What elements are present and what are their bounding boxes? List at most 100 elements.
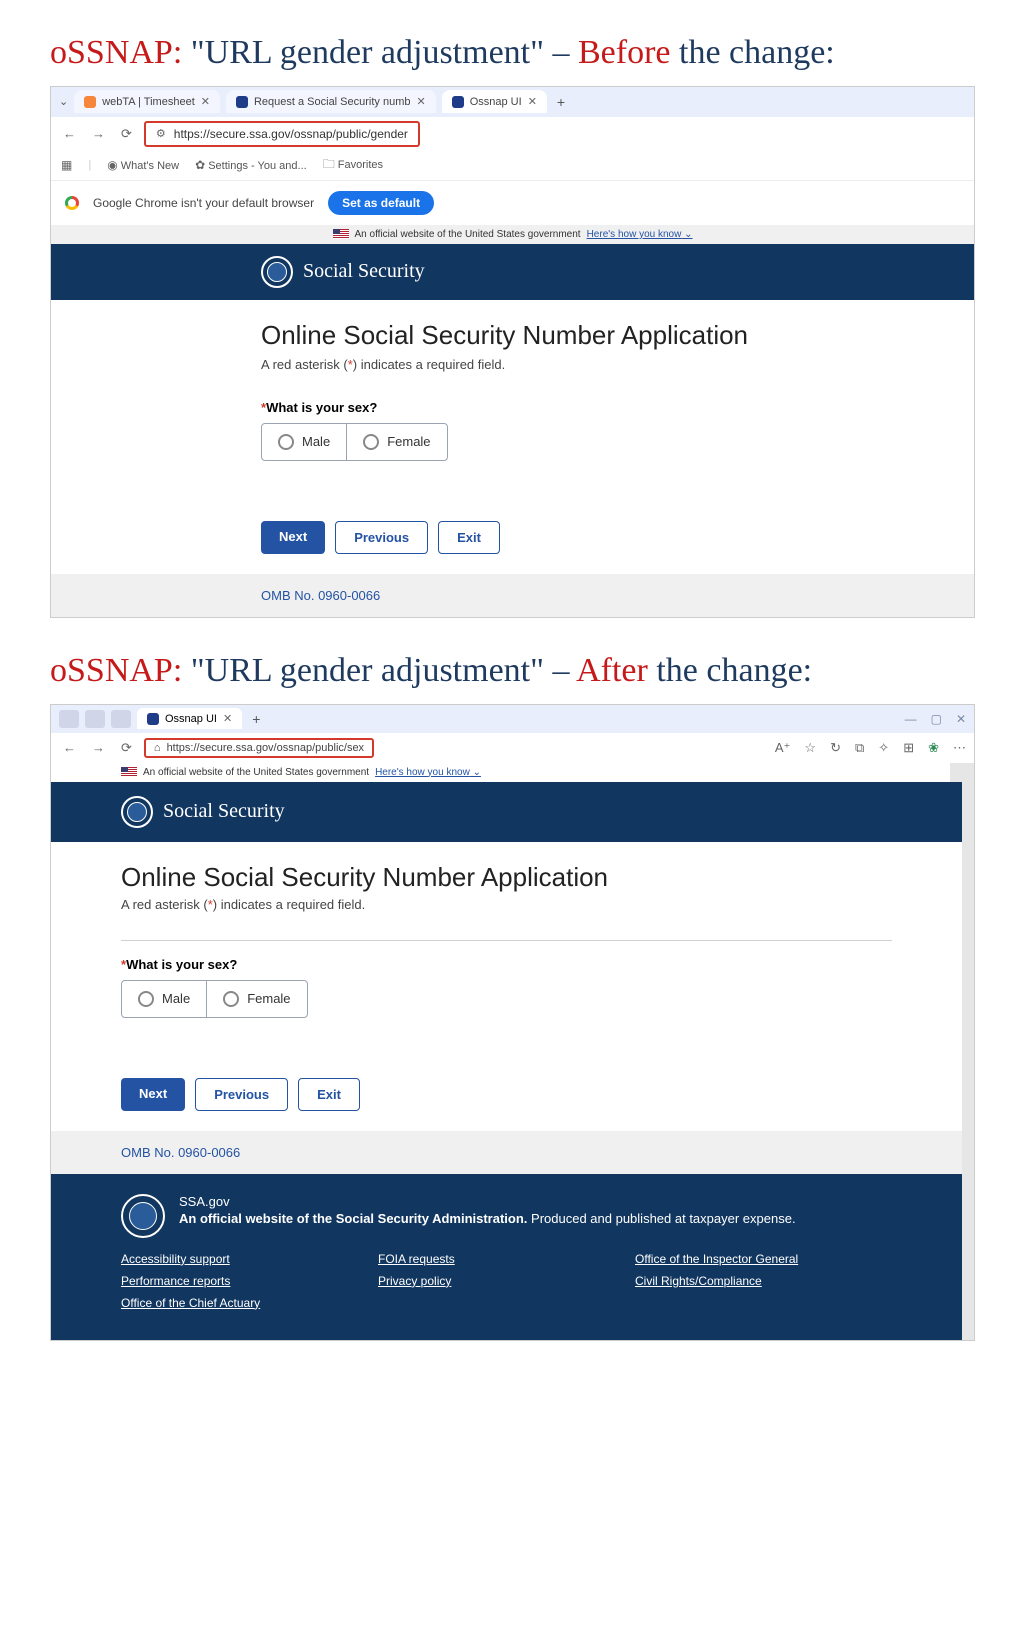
radio-option-male[interactable]: Male <box>122 981 207 1017</box>
previous-button[interactable]: Previous <box>335 521 428 554</box>
set-default-button[interactable]: Set as default <box>328 191 434 215</box>
reload-button[interactable]: ⟳ <box>117 740 136 756</box>
footer-link[interactable]: Civil Rights/Compliance <box>635 1274 892 1288</box>
browser-tab-active[interactable]: Ossnap UI ✕ <box>442 90 547 113</box>
gov-banner-link[interactable]: Here's how you know ⌄ <box>587 229 693 240</box>
close-icon[interactable]: ✕ <box>223 712 232 725</box>
reload-button[interactable]: ⟳ <box>117 126 136 142</box>
favicon-icon <box>236 96 248 108</box>
required-note: A red asterisk (*) indicates a required … <box>261 357 974 372</box>
browser-tab[interactable]: webTA | Timesheet ✕ <box>74 90 220 113</box>
edge-tab-strip: Ossnap UI ✕ + — ▢ ✕ <box>51 705 974 733</box>
site-info-icon[interactable]: ⌂ <box>154 742 161 754</box>
us-flag-icon <box>333 229 349 239</box>
tab-label: webTA | Timesheet <box>102 96 195 108</box>
button-row: Next Previous Exit <box>121 1078 892 1111</box>
footer-link[interactable]: Office of the Inspector General <box>635 1252 892 1266</box>
footer-link[interactable]: Office of the Chief Actuary <box>121 1296 378 1310</box>
back-button[interactable]: ← <box>59 126 80 141</box>
minimize-button[interactable]: — <box>905 712 917 726</box>
favicon-icon <box>147 713 159 725</box>
radio-option-female[interactable]: Female <box>347 424 446 460</box>
site-settings-icon[interactable]: ⚙ <box>156 127 166 140</box>
gov-banner-link[interactable]: Here's how you know ⌄ <box>375 767 481 778</box>
maximize-button[interactable]: ▢ <box>931 712 942 726</box>
extensions-icon[interactable]: ⊞ <box>903 740 914 756</box>
previous-button[interactable]: Previous <box>195 1078 288 1111</box>
back-button[interactable]: ← <box>59 740 80 755</box>
new-tab-button[interactable]: + <box>553 94 569 110</box>
footer-domain: SSA.gov <box>179 1194 796 1209</box>
browser-tab[interactable]: Request a Social Security numb ✕ <box>226 90 436 113</box>
read-aloud-icon[interactable]: A⁺ <box>775 740 791 756</box>
forward-button[interactable]: → <box>88 740 109 755</box>
close-icon[interactable]: ✕ <box>201 95 210 108</box>
url-highlight-box[interactable]: ⚙ https://secure.ssa.gov/ossnap/public/g… <box>144 121 420 147</box>
ssa-header: Social Security <box>51 782 962 842</box>
footer-tagline: An official website of the Social Securi… <box>179 1211 796 1226</box>
radio-icon <box>138 991 154 1007</box>
heading-quote: "URL gender adjustment" – <box>182 652 576 689</box>
new-tab-button[interactable]: + <box>248 711 264 727</box>
question-label: *What is your sex? <box>261 400 974 415</box>
heading-after: oSSNAP: "URL gender adjustment" – After … <box>0 618 1025 704</box>
gov-banner: An official website of the United States… <box>51 225 974 244</box>
toolbar-controls: A⁺ ☆ ↻ ⧉ ✧ ⊞ ❀ ⋯ <box>775 740 966 756</box>
ssa-brand-title: Social Security <box>303 260 425 283</box>
heading-quote: "URL gender adjustment" – <box>182 34 578 71</box>
bookmarks-bar: ▦ | ◉ What's New ✿ Settings - You and...… <box>51 151 974 181</box>
history-icon[interactable]: ↻ <box>830 740 841 756</box>
gov-banner: An official website of the United States… <box>51 763 962 782</box>
favorite-icon[interactable]: ☆ <box>804 740 816 756</box>
close-window-button[interactable]: ✕ <box>956 712 966 726</box>
browser-tab-active[interactable]: Ossnap UI ✕ <box>137 708 242 729</box>
heading-before: oSSNAP: "URL gender adjustment" – Before… <box>0 0 1025 86</box>
url-bar-row: ← → ⟳ ⌂ https://secure.ssa.gov/ossnap/pu… <box>51 733 974 763</box>
chevron-down-icon[interactable]: ⌄ <box>59 95 68 108</box>
bookmark-item[interactable]: 🗀 Favorites <box>323 155 383 176</box>
close-icon[interactable]: ✕ <box>528 95 537 108</box>
edge-profile-icon[interactable] <box>59 710 79 728</box>
shield-icon[interactable]: ❀ <box>928 740 939 756</box>
default-browser-text: Google Chrome isn't your default browser <box>93 196 314 210</box>
next-button[interactable]: Next <box>261 521 325 554</box>
radio-icon <box>278 434 294 450</box>
us-flag-icon <box>121 767 137 777</box>
button-row: Next Previous Exit <box>261 521 974 554</box>
heading-trail: the change: <box>648 652 812 689</box>
url-highlight-box[interactable]: ⌂ https://secure.ssa.gov/ossnap/public/s… <box>144 738 374 758</box>
footer-link[interactable]: Privacy policy <box>378 1274 635 1288</box>
bookmark-item[interactable]: ✿ Settings - You and... <box>195 158 307 172</box>
exit-button[interactable]: Exit <box>438 521 500 554</box>
more-icon[interactable]: ⋯ <box>953 740 966 756</box>
radio-option-male[interactable]: Male <box>262 424 347 460</box>
divider <box>121 940 892 941</box>
apps-icon[interactable]: ▦ <box>61 158 72 172</box>
radio-group: Male Female <box>261 423 448 461</box>
edge-workspaces-icon[interactable] <box>85 710 105 728</box>
footer-link[interactable]: Performance reports <box>121 1274 378 1288</box>
default-browser-banner: Google Chrome isn't your default browser… <box>51 181 974 225</box>
collections-icon[interactable]: ✧ <box>878 740 889 756</box>
gov-banner-text: An official website of the United States… <box>143 767 369 778</box>
ssa-footer-seal-icon <box>121 1194 165 1238</box>
forward-button[interactable]: → <box>88 126 109 141</box>
url-bar-row: ← → ⟳ ⚙ https://secure.ssa.gov/ossnap/pu… <box>51 117 974 151</box>
question-label: *What is your sex? <box>121 957 892 972</box>
ssa-brand-title: Social Security <box>163 800 285 823</box>
radio-option-female[interactable]: Female <box>207 981 306 1017</box>
split-screen-icon[interactable]: ⧉ <box>855 740 864 756</box>
screenshot-after: Ossnap UI ✕ + — ▢ ✕ ← → ⟳ ⌂ https://secu… <box>50 704 975 1341</box>
bookmark-item[interactable]: ◉ What's New <box>107 158 179 172</box>
tab-label: Ossnap UI <box>470 96 522 108</box>
ssa-seal-icon <box>261 256 293 288</box>
next-button[interactable]: Next <box>121 1078 185 1111</box>
radio-icon <box>223 991 239 1007</box>
window-controls: — ▢ ✕ <box>905 712 966 726</box>
footer-link[interactable]: Accessibility support <box>121 1252 378 1266</box>
close-icon[interactable]: ✕ <box>417 95 426 108</box>
exit-button[interactable]: Exit <box>298 1078 360 1111</box>
footer-link[interactable]: FOIA requests <box>378 1252 635 1266</box>
omb-band: OMB No. 0960-0066 <box>51 574 974 617</box>
edge-tab-actions-icon[interactable] <box>111 710 131 728</box>
